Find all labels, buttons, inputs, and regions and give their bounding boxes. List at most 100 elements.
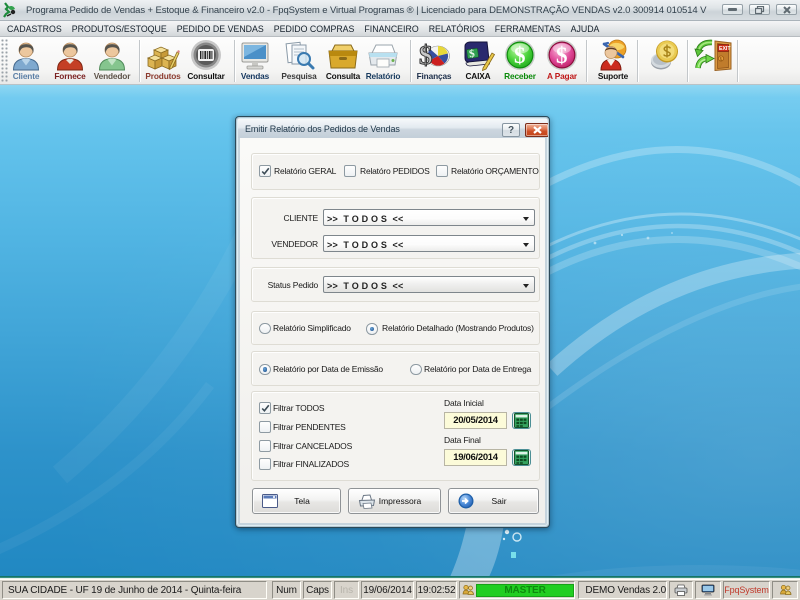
toolbar-button-cliente[interactable]: Cliente [2, 39, 50, 84]
toolbar-button-pesquisa[interactable]: Pesquisa [275, 39, 323, 84]
tela-button[interactable]: Tela [252, 488, 341, 514]
toolbar-separator [737, 40, 739, 82]
app-logo-icon [1, 1, 19, 19]
radio-label: Relatório por Data de Emissão [273, 364, 383, 374]
radio-data-entrega[interactable] [410, 364, 422, 376]
users-icon [462, 584, 474, 596]
filter-group: Filtrar TODOS Filtrar PENDENTES Filtrar … [251, 391, 540, 481]
toolbar-button-suporte[interactable]: Suporte [589, 39, 637, 84]
checkbox-relatorio-orcamento[interactable] [436, 165, 448, 177]
toolbar-label: Suporte [598, 71, 628, 82]
toolbar-button-relatorio[interactable]: Relatório [359, 39, 407, 84]
radio-selected-dot [263, 367, 268, 372]
toolbar-label: Cliente [13, 71, 40, 82]
toolbar-button-coin[interactable] [641, 39, 689, 84]
checkbox-filtrar-todos[interactable] [259, 402, 271, 414]
vendedor-combobox[interactable]: >> T O D O S << [323, 235, 535, 252]
seller-person-icon [97, 39, 127, 71]
toolbar-label: Fornece [54, 71, 85, 82]
toolbar-label: Consultar [187, 71, 224, 82]
minimize-button[interactable] [722, 4, 743, 15]
toolbar-button-vendas[interactable]: Vendas [231, 39, 279, 84]
combobox-value: >> T O D O S << [327, 281, 403, 291]
exit-door-icon: EXIT [694, 39, 734, 71]
restore-button[interactable] [749, 4, 770, 15]
dialog-help-button[interactable]: ? [502, 123, 520, 137]
detail-radio-group: Relatório Simplificado Relatório Detalha… [251, 311, 540, 345]
radio-selected-dot [370, 327, 375, 332]
statusbar-caps-panel: Caps [303, 581, 332, 599]
impressora-button[interactable]: Impressora [348, 488, 441, 514]
radio-relatorio-detalhado[interactable] [366, 323, 378, 335]
checkbox-filtrar-finalizados[interactable] [259, 458, 271, 470]
toolbar-separator [410, 40, 412, 82]
radio-data-emissao[interactable] [259, 364, 271, 376]
close-button[interactable] [776, 4, 797, 15]
statusbar-version-panel: DEMO Vendas 2.0 [578, 581, 667, 599]
radio-relatorio-simplificado[interactable] [259, 323, 271, 335]
toolbar-button-fornece[interactable]: Fornece [46, 39, 94, 84]
menu-cadastros[interactable]: CADASTROS [2, 24, 67, 34]
menu-produtos-estoque[interactable]: PRODUTOS/ESTOQUE [67, 24, 172, 34]
statusbar-date-panel: 19/06/2014 [361, 581, 414, 599]
statusbar-printer-panel[interactable] [669, 581, 693, 599]
cliente-combobox[interactable]: >> T O D O S << [323, 209, 535, 226]
toolbar-button-a-pagar[interactable]: $ A Pagar [538, 39, 586, 84]
checkbox-label: Filtrar TODOS [273, 403, 324, 413]
app-version-text: DEMO Vendas 2.0 [585, 585, 666, 596]
checkbox-filtrar-cancelados[interactable] [259, 440, 271, 452]
toolbar-button-consultar[interactable]: Consultar [182, 39, 230, 84]
toolbar-separator [637, 40, 639, 82]
toolbar-button-produtos[interactable]: Produtos [139, 39, 187, 84]
checkbox-label: Filtrar FINALIZADOS [273, 459, 349, 469]
receive-money-icon: $ [504, 39, 536, 71]
toolbar-label: Receber [504, 71, 536, 82]
window-title: Programa Pedido de Vendas + Estoque & Fi… [26, 5, 706, 16]
statusbar-computer-panel[interactable] [695, 581, 721, 599]
checkbox-label: Relatório GERAL [274, 166, 336, 176]
toolbar-label: Vendas [241, 71, 269, 82]
calendar-icon [514, 413, 529, 428]
checkbox-relatorio-geral[interactable] [259, 165, 271, 177]
dialog-close-button[interactable] [525, 123, 548, 137]
data-final-field[interactable]: 19/06/2014 [444, 449, 507, 466]
caps-lock-indicator: Caps [306, 585, 329, 596]
barcode-icon [190, 39, 222, 71]
toolbar-button-receber[interactable]: $ Receber [496, 39, 544, 84]
radio-label: Relatório Simplificado [273, 323, 351, 333]
statusbar-time-panel: 19:02:52 [416, 581, 457, 599]
menu-pedido-compras[interactable]: PEDIDO COMPRAS [269, 24, 360, 34]
checkbox-label: Filtrar CANCELADOS [273, 441, 352, 451]
data-inicial-calendar-button[interactable] [512, 412, 531, 429]
radio-label: Relatório por Data de Entrega [424, 364, 531, 374]
data-final-label: Data Final [444, 435, 481, 445]
report-dialog: Emitir Relatório dos Pedidos de Vendas ?… [235, 116, 550, 528]
coin-icon [646, 39, 684, 71]
toolbar-button-exit[interactable]: EXIT [690, 39, 738, 84]
statusbar: SUA CIDADE - UF 19 de Junho de 2014 - Qu… [0, 579, 800, 600]
data-inicial-field[interactable]: 20/05/2014 [444, 412, 507, 429]
calendar-icon [514, 450, 529, 465]
data-final-calendar-button[interactable] [512, 449, 531, 466]
sair-button[interactable]: Sair [448, 488, 539, 514]
menu-ajuda[interactable]: AJUDA [566, 24, 605, 34]
checkbox-filtrar-pendentes[interactable] [259, 421, 271, 433]
menu-financeiro[interactable]: FINANCEIRO [359, 24, 423, 34]
status-pedido-combobox[interactable]: >> T O D O S << [323, 276, 535, 293]
checkbox-relatoro-pedidos[interactable] [344, 165, 356, 177]
toolbar-button-financas[interactable]: $ Finanças [410, 39, 458, 84]
menu-pedido-de-vendas[interactable]: PEDIDO DE VENDAS [172, 24, 269, 34]
statusbar-date: 19/06/2014 [363, 585, 412, 596]
checkbox-label: Filtrar PENDENTES [273, 422, 346, 432]
combobox-arrow-icon [523, 243, 529, 247]
vendedor-label: VENDEDOR [252, 239, 318, 249]
statusbar-user-panel: MASTER [459, 581, 575, 599]
statusbar-users-panel[interactable] [772, 581, 798, 599]
cash-book-icon: $ [461, 39, 495, 71]
toolbar-button-caixa[interactable]: $ CAIXA [454, 39, 502, 84]
checkmark-icon [261, 404, 270, 413]
support-person-icon [596, 39, 630, 71]
menu-relatorios[interactable]: RELATÓRIOS [424, 24, 490, 34]
menu-ferramentas[interactable]: FERRAMENTAS [490, 24, 566, 34]
toolbar-button-vendedor[interactable]: Vendedor [88, 39, 136, 84]
